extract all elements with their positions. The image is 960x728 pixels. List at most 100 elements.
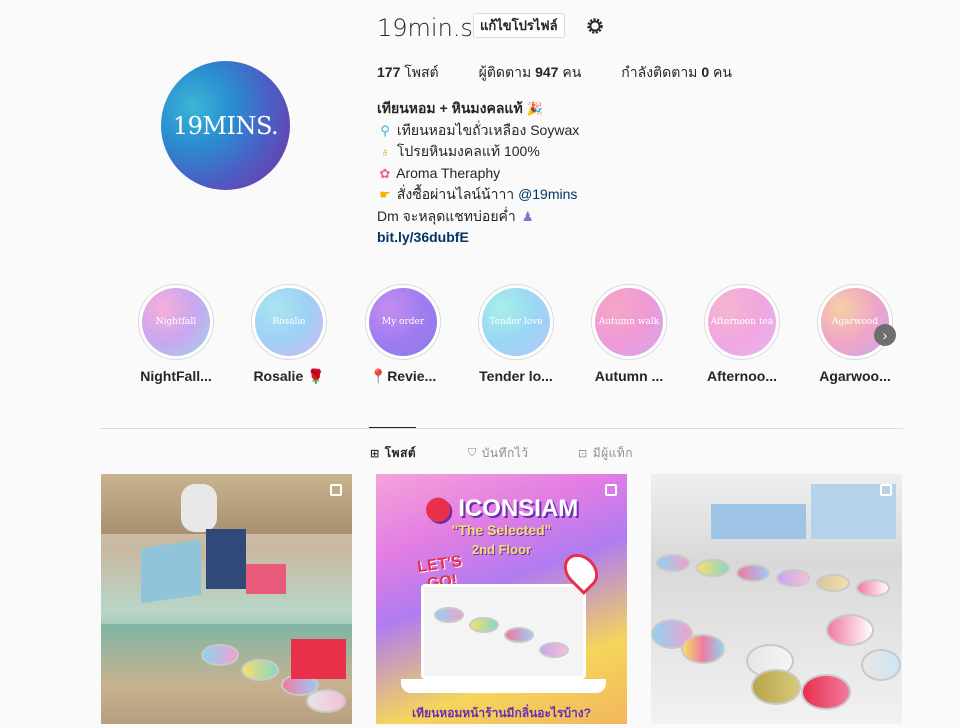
settings-gear-icon[interactable] [584,15,606,37]
post-thumbnail[interactable] [651,474,902,724]
tab-tagged[interactable]: ⊡ มีผู้แท็ก [578,444,633,463]
gift-box-image [141,539,201,604]
blue-box-image [206,529,246,589]
laptop-base [401,679,606,693]
highlight-label: Afternoo... [707,368,777,384]
candle-tin [696,559,730,577]
profile-bio: เทียนหอม + หินมงคลแท้ 🎉 ⚲ เทียนหอมไขถั่ว… [377,98,579,248]
candle-tin [861,649,901,681]
following-count: 0 [701,64,710,80]
candle-tin [504,627,534,643]
highlight-ring: Agarwood [817,284,893,360]
highlight-tender-love[interactable]: Tender love Tender lo... [475,284,557,384]
bio-external-link[interactable]: bit.ly/36dubfE [377,229,469,245]
post-title-text: ICONSIAM [458,495,579,522]
laptop-photo [421,584,586,679]
pointing-hand-icon: ☛ [379,187,391,202]
highlight-label: Autumn ... [594,368,664,384]
post-floor: 2nd Floor [471,542,532,557]
highlight-cover: Nightfall [142,288,210,356]
highlight-label: 📍Revie... [369,368,437,384]
post-subtitle: "The Selected" [451,522,552,538]
following-label: กำลังติดตาม [621,64,698,80]
post-thumbnail[interactable]: ⬤ ICONSIAM "The Selected" 2nd Floor LET'… [376,474,627,724]
tab-label: โพสต์ [384,446,417,460]
candle-tin [539,642,569,658]
posts-count: 177 [377,64,401,80]
followers-stat[interactable]: ผู้ติดตาม 947 คน [479,62,582,84]
bio-line-5: Dm จะหลุดแชทบ่อยค่ำ [377,207,516,224]
candle-tin [751,669,801,705]
highlight-ring: Autumn walk [591,284,667,360]
highlight-cover: Tender love [482,288,550,356]
posts-label: โพสต์ [404,64,439,80]
candle-tin [826,614,874,646]
location-pin-icon: ⬤ [424,495,452,522]
tag-icon: ⊡ [578,448,588,460]
highlight-review[interactable]: My order 📍Revie... [362,284,444,385]
tab-label: มีผู้แท็ก [592,446,634,460]
tab-posts[interactable]: ⊞ โพสต์ [370,444,416,463]
tab-label: บันทึกไว้ [481,446,529,460]
bio-line-2: โปรยหินมงคลแท้ 100% [396,143,540,159]
avatar-logo-text: 19MINS. [172,111,279,140]
highlight-ring: Tender love [478,284,554,360]
highlight-label: Agarwoo... [819,368,891,384]
highlight-autumn-walk[interactable]: Autumn walk Autumn ... [588,284,670,384]
candle-tin [776,569,810,587]
blue-box-image [711,504,806,539]
profile-avatar[interactable]: 19MINS. [161,61,290,190]
tabs-divider [101,428,903,429]
grid-icon: ⊞ [370,448,380,460]
candle-tin [656,554,690,572]
bio-line-1: เทียนหอมไขถั่วเหลือง Soywax [396,121,580,138]
highlight-ring: My order [365,284,441,360]
followers-unit: คน [562,64,582,80]
story-highlights: Nightfall NightFall... Rosalie Rosalie 🌹… [135,284,905,384]
candle-tin [201,644,239,666]
bio-mention-link[interactable]: @19mins [518,186,577,202]
flower-icon: ✿ [379,165,391,181]
edit-profile-button[interactable]: แก้ไขโปรไฟล์ [473,13,565,38]
balloon-icon: ⚲ [380,122,390,138]
profile-stats: 177 โพสต์ ผู้ติดตาม 947 คน กำลังติดตาม 0… [377,62,772,84]
active-tab-indicator [369,427,416,428]
medal-icon: ♁ [380,144,390,159]
posts-stat: 177 โพสต์ [377,62,439,84]
profile-tabs: ⊞ โพสต์ ⛉ บันทึกไว้ ⊡ มีผู้แท็ก [0,444,960,460]
store-shelf-image [101,474,352,534]
post-thumbnail[interactable] [101,474,352,724]
bookmark-icon: ⛉ [468,447,477,459]
candle-tin [681,634,725,664]
following-unit: คน [713,64,732,80]
party-popper-icon: 🎉 [526,101,543,116]
highlight-ring: Rosalie [251,284,327,360]
highlight-afternoon-tea[interactable]: Afternoon tea Afternoo... [701,284,783,384]
highlights-next-chevron-icon[interactable]: › [874,324,896,346]
highlight-ring: Nightfall [138,284,214,360]
highlight-rosalie[interactable]: Rosalie Rosalie 🌹 [248,284,330,385]
followers-count: 947 [535,64,559,80]
highlight-label: NightFall... [140,368,212,384]
multiple-posts-icon [880,484,892,496]
post-bottom-caption: เทียนหอมหน้าร้านมีกลิ่นอะไรบ้าง? [412,706,591,720]
profile-username: 19min.s [377,14,473,42]
candle-tin [736,564,770,582]
highlight-nightfall[interactable]: Nightfall NightFall... [135,284,217,384]
highlight-ring: Afternoon tea [704,284,780,360]
tab-saved[interactable]: ⛉ บันทึกไว้ [468,444,529,463]
vase-image [181,484,217,532]
highlight-cover: My order [369,288,437,356]
highlight-cover: Autumn walk [595,288,663,356]
following-stat[interactable]: กำลังติดตาม 0 คน [621,62,732,84]
bio-line-3: Aroma Theraphy [396,164,501,181]
candle-tin [816,574,850,592]
bio-line-4: สั่งซื้อผ่านไลน์น้าาา [396,186,515,202]
multiple-posts-icon [605,484,617,496]
followers-label: ผู้ติดตาม [478,64,532,80]
candle-tin [856,579,890,597]
candle-tin [469,617,499,633]
highlight-label: Rosalie 🌹 [253,368,325,384]
highlight-cover: Afternoon tea [708,288,776,356]
red-box-image [291,639,346,679]
